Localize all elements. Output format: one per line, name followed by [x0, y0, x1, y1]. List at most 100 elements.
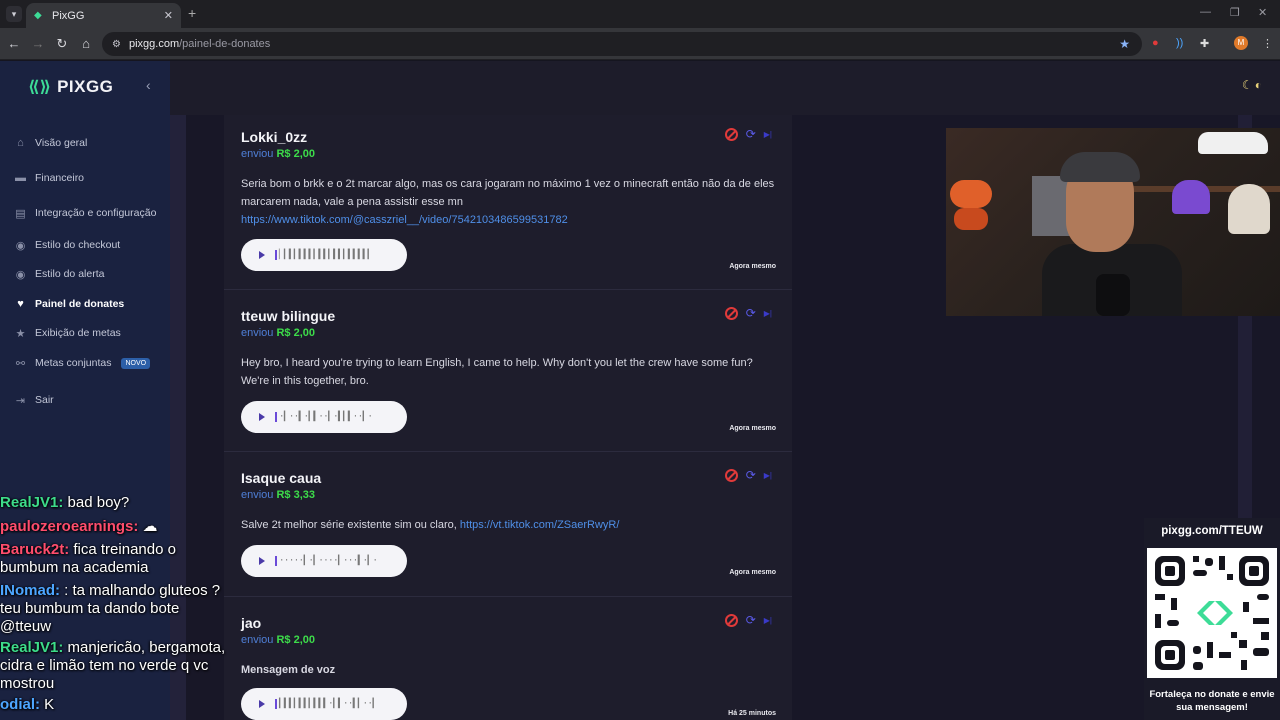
qr-code[interactable] [1147, 548, 1277, 678]
profile-avatar[interactable]: M [1234, 36, 1248, 50]
bookmark-star-icon[interactable]: ★ [1119, 37, 1130, 51]
donation-actions: ⟳ ▶| [724, 614, 772, 627]
block-icon[interactable] [724, 128, 738, 141]
sidebar-item-label: Metas conjuntas [35, 357, 112, 369]
donation-message: Salve 2t melhor série existente sim ou c… [241, 519, 620, 531]
browser-tab-bar: ▾ ◆ PixGG ✕ + — ❐ ✕ [0, 0, 1280, 28]
webcam-decor [1172, 180, 1210, 214]
extensions-puzzle-icon[interactable]: ✚ [1200, 37, 1209, 50]
skip-icon[interactable]: ▶| [764, 128, 772, 141]
forward-icon[interactable]: → [30, 36, 46, 51]
chat-message: Baruck2t: fica treinando o bumbum na aca… [0, 541, 176, 576]
theme-toggle-icon[interactable]: ☾◐ [1242, 78, 1264, 92]
new-tab-button[interactable]: + [188, 5, 196, 21]
sidebar-item-estilo-alerta[interactable]: ◉ Estilo do alerta [14, 265, 105, 283]
maximize-button[interactable]: ❐ [1230, 6, 1240, 19]
wallet-icon: ▬ [15, 172, 26, 184]
donation-message: Seria bom o brkk e o 2t marcar algo, mas… [241, 178, 775, 226]
webcam-overlay [946, 128, 1280, 316]
donor-name: tteuw bilingue [241, 308, 336, 324]
pixgg-logo[interactable]: ⟪⟫ PIXGG [28, 77, 113, 97]
audio-waveform[interactable]: ·▎··▍·▎▍··▎·▍▎▍··▎· [275, 412, 373, 422]
sidebar-item-metas-conjuntas[interactable]: ⚯ Metas conjuntas NOVO [14, 354, 151, 372]
audio-waveform[interactable]: ▎▍▍▎▍▍▎▍▍▍·▎▍··▍▎··▎ [275, 699, 378, 709]
browser-toolbar: ← → ↻ ⌂ ⚙ pixgg.com/painel-de-donates ★ … [0, 28, 1280, 60]
chat-message: RealJV1: manjericão, bergamota, cidra e … [0, 639, 226, 692]
sidebar-item-visao-geral[interactable]: ⌂ Visão geral [14, 134, 87, 152]
donor-name: Isaque caua [241, 470, 322, 486]
play-icon[interactable] [259, 700, 265, 708]
sidebar-item-label: Visão geral [35, 137, 88, 149]
extension-audio-icon[interactable]: )) [1176, 37, 1183, 49]
donation-card: Lokki_0zz enviou R$ 2,00 ⟳ ▶| Seria bom … [224, 115, 792, 290]
reload-icon[interactable]: ↻ [54, 36, 70, 52]
audio-player[interactable]: ·▎··▍·▎▍··▎·▍▎▍··▎· [241, 401, 407, 433]
donation-amount-line: enviou R$ 2,00 [241, 634, 316, 646]
play-icon[interactable] [259, 557, 265, 565]
chat-message: INomad: : ta malhando gluteos ? teu bumb… [0, 582, 221, 635]
donation-time: Agora mesmo [729, 569, 776, 576]
block-icon[interactable] [724, 307, 738, 320]
audio-player[interactable]: ·····▎·▎····▎···▍·▎· [241, 545, 407, 577]
close-tab-icon[interactable]: ✕ [164, 9, 173, 22]
chat-overlay: RealJV1: bad boy? paulozeroearnings: ☁ B… [0, 494, 230, 714]
sidebar-item-sair[interactable]: ⇥ Sair [14, 391, 54, 409]
donation-actions: ⟳ ▶| [724, 128, 772, 141]
webcam-lamp [950, 180, 992, 208]
address-bar[interactable]: ⚙ pixgg.com/painel-de-donates ★ [102, 32, 1142, 56]
audio-player[interactable]: ▎▍▍▎▍▍▎▍▍▍·▎▍··▍▎··▎ [241, 688, 407, 720]
minimize-button[interactable]: — [1200, 6, 1211, 18]
browser-tab[interactable]: ◆ PixGG ✕ [26, 3, 181, 28]
sidebar-item-label: Sair [35, 394, 54, 406]
webcam-person-cap [1060, 152, 1140, 182]
audio-waveform[interactable]: ·····▎·▎····▎···▍·▎· [275, 556, 378, 566]
play-icon[interactable] [259, 413, 265, 421]
chat-message: odial: K [0, 696, 55, 713]
sidebar-item-exibicao-metas[interactable]: ★ Exibição de metas [14, 324, 121, 342]
play-icon[interactable] [259, 251, 265, 259]
tab-title: PixGG [52, 9, 85, 22]
sidebar-item-estilo-checkout[interactable]: ◉ Estilo do checkout [14, 236, 121, 254]
home-icon: ⌂ [17, 137, 24, 149]
new-badge: NOVO [121, 357, 151, 369]
replay-icon[interactable]: ⟳ [746, 614, 756, 627]
logo-text: PIXGG [57, 77, 114, 96]
block-icon[interactable] [724, 469, 738, 482]
emote-icon: ☁ [142, 518, 158, 535]
donation-link[interactable]: https://vt.tiktok.com/ZSaerRwyR/ [460, 519, 620, 531]
skip-icon[interactable]: ▶| [764, 307, 772, 320]
sidebar-item-label: Estilo do alerta [35, 268, 105, 280]
donation-time: Agora mesmo [729, 263, 776, 270]
donation-amount-line: enviou R$ 2,00 [241, 148, 316, 160]
skip-icon[interactable]: ▶| [764, 469, 772, 482]
back-icon[interactable]: ← [6, 36, 22, 51]
extension-record-icon[interactable]: ● [1152, 37, 1159, 49]
collapse-sidebar-icon[interactable]: ‹ [146, 77, 151, 93]
block-icon[interactable] [724, 614, 738, 627]
audio-waveform[interactable]: ▏▎▍▎▍▍▍▎▍▍▎▍▍▎▍▍▍▍▎ [275, 250, 373, 260]
top-header: ☾◐ [170, 61, 1280, 115]
replay-icon[interactable]: ⟳ [746, 128, 756, 141]
home-icon[interactable]: ⌂ [78, 36, 94, 51]
donation-link[interactable]: https://www.tiktok.com/@casszriel__/vide… [241, 214, 568, 226]
donor-name: Lokki_0zz [241, 129, 308, 145]
tab-search-button[interactable]: ▾ [6, 6, 22, 22]
donate-icon: ♥ [17, 298, 24, 310]
site-info-icon[interactable]: ⚙ [112, 39, 121, 50]
donation-actions: ⟳ ▶| [724, 307, 772, 320]
replay-icon[interactable]: ⟳ [746, 307, 756, 320]
webcam-toy-car [1198, 132, 1268, 154]
close-window-button[interactable]: ✕ [1258, 6, 1267, 19]
donation-actions: ⟳ ▶| [724, 469, 772, 482]
sidebar-item-painel-donates[interactable]: ♥ Painel de donates [14, 295, 124, 313]
donation-time: Agora mesmo [729, 425, 776, 432]
pixgg-logo-icon: ⟪⟫ [28, 79, 52, 96]
skip-icon[interactable]: ▶| [764, 614, 772, 627]
sidebar-item-integracao[interactable]: ▤ Integração e configuração [14, 204, 156, 222]
sidebar-item-financeiro[interactable]: ▬ Financeiro [14, 169, 84, 187]
webcam-microphone [1096, 274, 1130, 316]
audio-player[interactable]: ▏▎▍▎▍▍▍▎▍▍▎▍▍▎▍▍▍▍▎ [241, 239, 407, 271]
browser-menu-icon[interactable]: ⋮ [1262, 37, 1273, 50]
replay-icon[interactable]: ⟳ [746, 469, 756, 482]
donation-card: Isaque caua enviou R$ 3,33 ⟳ ▶| Salve 2t… [224, 452, 792, 597]
